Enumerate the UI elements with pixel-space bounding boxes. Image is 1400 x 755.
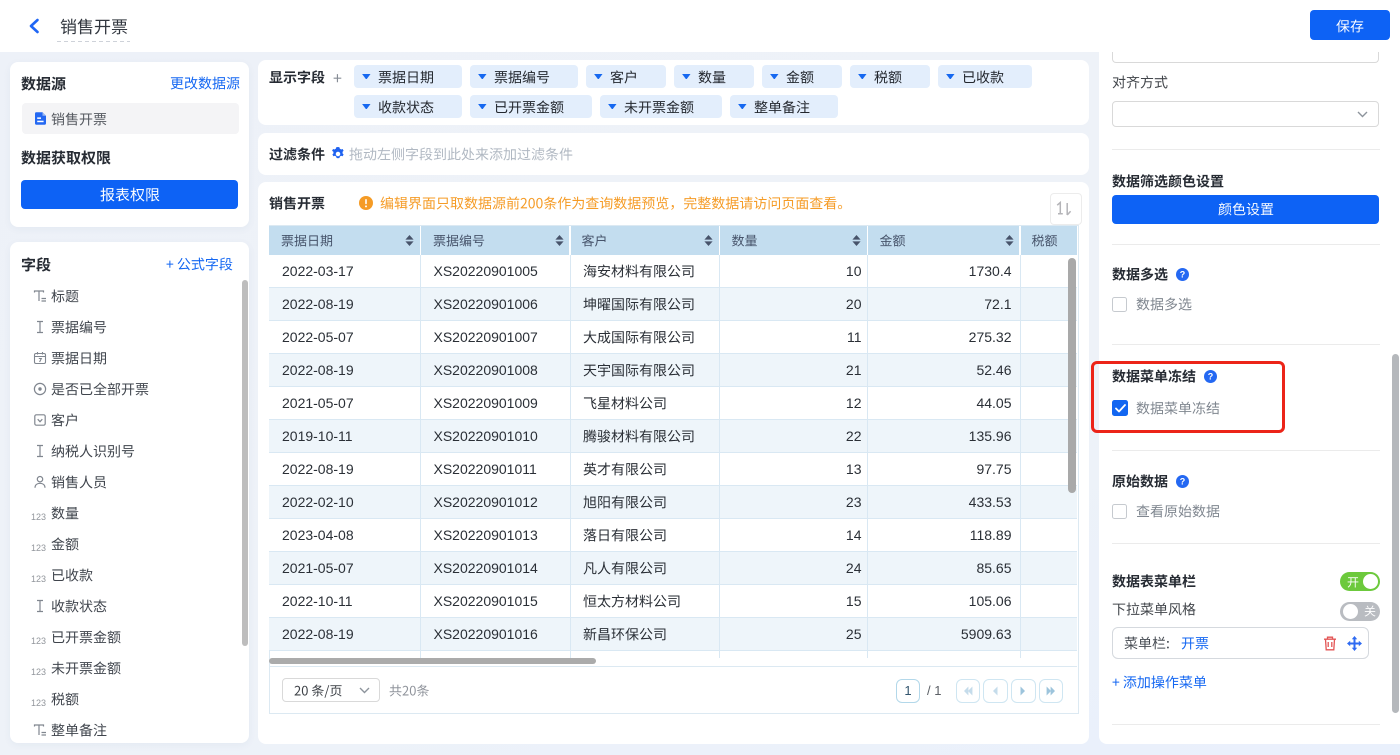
svg-text:?: ? xyxy=(1180,269,1186,279)
svg-text:?: ? xyxy=(1208,371,1214,381)
svg-text:?: ? xyxy=(1180,476,1186,486)
